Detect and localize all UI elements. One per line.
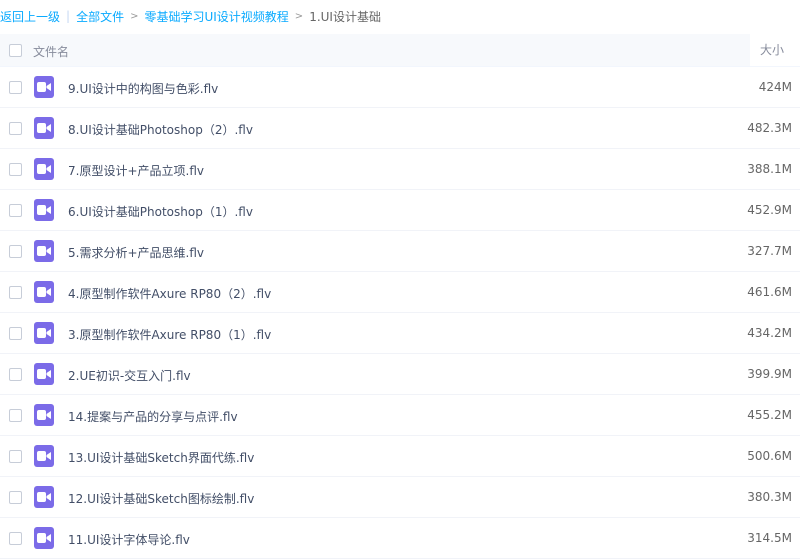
- column-header-name[interactable]: 文件名: [33, 43, 69, 60]
- video-icon: [34, 363, 54, 385]
- file-checkbox[interactable]: [9, 532, 22, 545]
- file-name[interactable]: 3.原型制作软件Axure RP80（1）.flv: [68, 326, 271, 343]
- file-row[interactable]: 2.UE初识-交互入门.flv 399.9M: [0, 354, 800, 395]
- file-size: 424M: [758, 80, 792, 94]
- video-icon: [34, 117, 54, 139]
- file-checkbox[interactable]: [9, 122, 22, 135]
- file-row[interactable]: 12.UI设计基础Sketch图标绘制.flv 380.3M: [0, 477, 800, 518]
- file-checkbox[interactable]: [9, 163, 22, 176]
- file-name[interactable]: 14.提案与产品的分享与点评.flv: [68, 408, 238, 425]
- file-name[interactable]: 13.UI设计基础Sketch界面代练.flv: [68, 449, 254, 466]
- file-checkbox[interactable]: [9, 204, 22, 217]
- file-size: 452.9M: [747, 203, 792, 217]
- file-size: 388.1M: [747, 162, 792, 176]
- file-checkbox[interactable]: [9, 81, 22, 94]
- video-icon: [34, 199, 54, 221]
- folder-link[interactable]: 零基础学习UI设计视频教程: [144, 8, 288, 25]
- video-icon: [34, 445, 54, 467]
- file-size: 434.2M: [747, 326, 792, 340]
- file-checkbox[interactable]: [9, 450, 22, 463]
- select-all-checkbox[interactable]: [9, 44, 22, 57]
- file-name[interactable]: 9.UI设计中的构图与色彩.flv: [68, 80, 218, 97]
- file-size: 500.6M: [747, 449, 792, 463]
- file-name[interactable]: 12.UI设计基础Sketch图标绘制.flv: [68, 490, 254, 507]
- file-size: 314.5M: [747, 531, 792, 545]
- file-size: 380.3M: [747, 490, 792, 504]
- file-checkbox[interactable]: [9, 491, 22, 504]
- breadcrumb-arrow: >: [294, 10, 304, 22]
- file-name[interactable]: 2.UE初识-交互入门.flv: [68, 367, 191, 384]
- file-list: 9.UI设计中的构图与色彩.flv 424M 8.UI设计基础Photoshop（2…: [0, 67, 800, 559]
- file-name[interactable]: 7.原型设计+产品立项.flv: [68, 162, 204, 179]
- file-list-header: 文件名 大小: [0, 34, 800, 67]
- video-icon: [34, 240, 54, 262]
- file-name[interactable]: 5.需求分析+产品思维.flv: [68, 244, 204, 261]
- file-checkbox[interactable]: [9, 327, 22, 340]
- file-checkbox[interactable]: [9, 286, 22, 299]
- column-header-size[interactable]: 大小: [750, 34, 800, 66]
- video-icon: [34, 527, 54, 549]
- video-icon: [34, 322, 54, 344]
- video-icon: [34, 281, 54, 303]
- back-link[interactable]: 返回上一级: [0, 8, 60, 25]
- file-size: 399.9M: [747, 367, 792, 381]
- file-row[interactable]: 5.需求分析+产品思维.flv 327.7M: [0, 231, 800, 272]
- file-size: 327.7M: [747, 244, 792, 258]
- file-row[interactable]: 14.提案与产品的分享与点评.flv 455.2M: [0, 395, 800, 436]
- file-name[interactable]: 6.UI设计基础Photoshop（1）.flv: [68, 203, 253, 220]
- file-name[interactable]: 4.原型制作软件Axure RP80（2）.flv: [68, 285, 271, 302]
- all-files-link[interactable]: 全部文件: [76, 8, 124, 25]
- video-icon: [34, 486, 54, 508]
- video-icon: [34, 404, 54, 426]
- file-name[interactable]: 11.UI设计字体导论.flv: [68, 531, 190, 548]
- breadcrumb: 返回上一级 | 全部文件 > 零基础学习UI设计视频教程 > 1.UI设计基础: [0, 0, 800, 32]
- file-checkbox[interactable]: [9, 409, 22, 422]
- file-row[interactable]: 8.UI设计基础Photoshop（2）.flv 482.3M: [0, 108, 800, 149]
- file-size: 455.2M: [747, 408, 792, 422]
- file-size: 461.6M: [747, 285, 792, 299]
- breadcrumb-separator: |: [66, 9, 71, 23]
- file-row[interactable]: 4.原型制作软件Axure RP80（2）.flv 461.6M: [0, 272, 800, 313]
- video-icon: [34, 158, 54, 180]
- file-row[interactable]: 11.UI设计字体导论.flv 314.5M: [0, 518, 800, 559]
- current-folder: 1.UI设计基础: [309, 9, 381, 24]
- file-checkbox[interactable]: [9, 245, 22, 258]
- file-row[interactable]: 3.原型制作软件Axure RP80（1）.flv 434.2M: [0, 313, 800, 354]
- file-row[interactable]: 9.UI设计中的构图与色彩.flv 424M: [0, 67, 800, 108]
- file-name[interactable]: 8.UI设计基础Photoshop（2）.flv: [68, 121, 253, 138]
- file-row[interactable]: 13.UI设计基础Sketch界面代练.flv 500.6M: [0, 436, 800, 477]
- file-size: 482.3M: [747, 121, 792, 135]
- file-row[interactable]: 7.原型设计+产品立项.flv 388.1M: [0, 149, 800, 190]
- file-checkbox[interactable]: [9, 368, 22, 381]
- file-row[interactable]: 6.UI设计基础Photoshop（1）.flv 452.9M: [0, 190, 800, 231]
- video-icon: [34, 76, 54, 98]
- breadcrumb-arrow: >: [130, 10, 139, 22]
